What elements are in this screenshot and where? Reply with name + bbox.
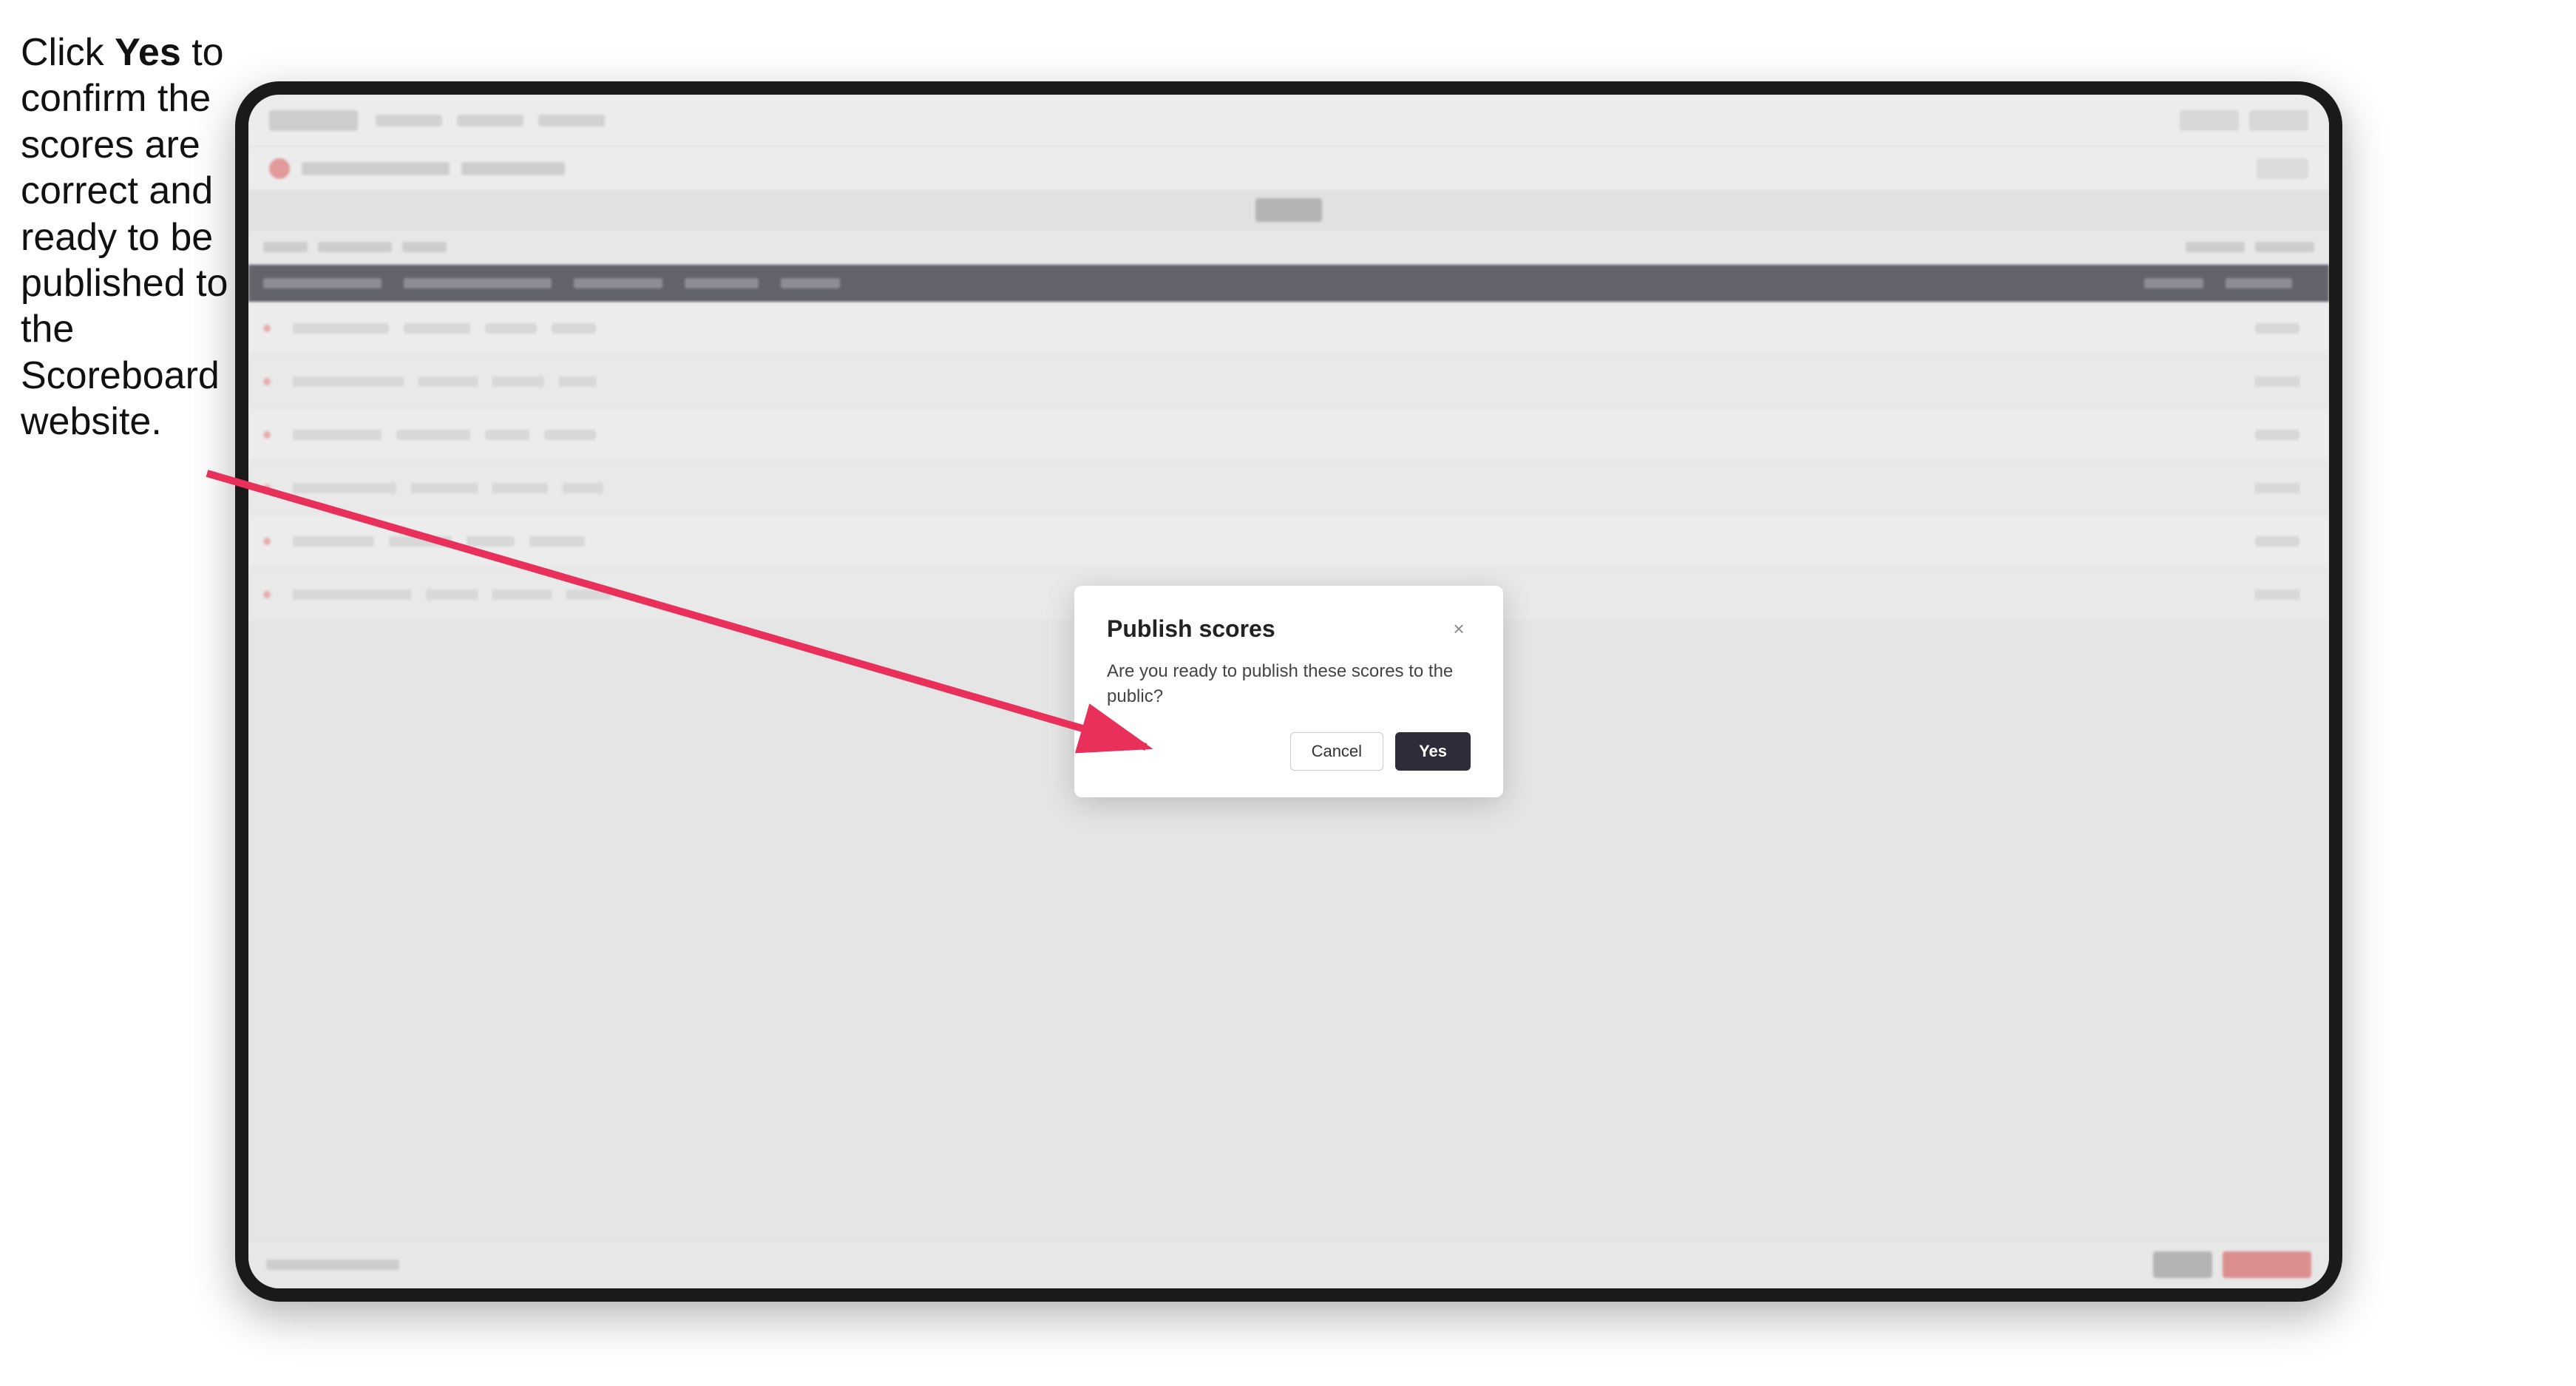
modal-message: Are you ready to publish these scores to…: [1107, 659, 1471, 709]
instruction-text: Click Yes to confirm the scores are corr…: [21, 30, 235, 445]
modal-close-button[interactable]: ×: [1447, 617, 1471, 640]
yes-button[interactable]: Yes: [1395, 732, 1471, 771]
modal-footer: Cancel Yes: [1107, 732, 1471, 771]
modal-overlay: Publish scores × Are you ready to publis…: [248, 95, 2329, 1288]
modal-title: Publish scores: [1107, 615, 1275, 643]
publish-scores-dialog: Publish scores × Are you ready to publis…: [1074, 586, 1503, 797]
modal-header: Publish scores ×: [1107, 615, 1471, 643]
cancel-button[interactable]: Cancel: [1290, 732, 1383, 771]
tablet-device: Publish scores × Are you ready to publis…: [235, 81, 2342, 1302]
modal-body: Are you ready to publish these scores to…: [1107, 659, 1471, 709]
tablet-screen: Publish scores × Are you ready to publis…: [248, 95, 2329, 1288]
